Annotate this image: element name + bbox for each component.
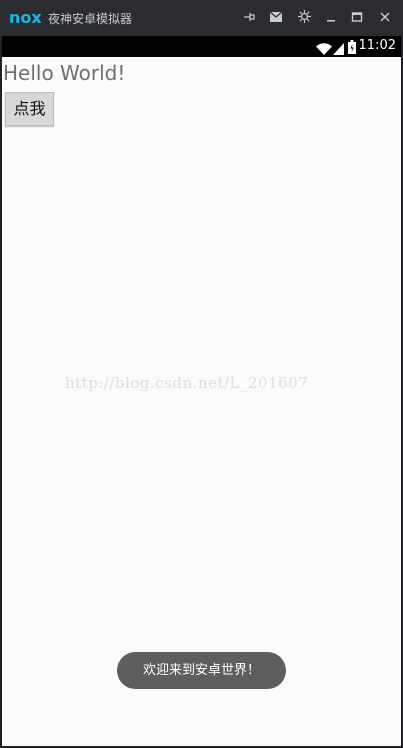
minimize-icon[interactable] (322, 8, 340, 26)
window-title: 夜神安卓模拟器 (48, 12, 133, 26)
click-me-button[interactable]: 点我 (5, 92, 54, 126)
watermark-text: http://blog.csdn.net/L_201607 (65, 374, 309, 392)
status-time: 11:02 (358, 38, 396, 53)
close-icon[interactable] (376, 8, 394, 26)
toast-message: 欢迎来到安卓世界！ (117, 652, 286, 689)
android-status-bar: 11:02 (2, 36, 401, 57)
hello-text: Hello World! (3, 61, 126, 85)
pin-icon[interactable] (240, 8, 258, 26)
message-icon[interactable] (267, 8, 285, 26)
emulator-title-bar: nox 夜神安卓模拟器 (0, 0, 403, 36)
nox-logo: nox (9, 8, 42, 27)
battery-icon (348, 39, 356, 58)
app-screen: Hello World! 点我 http://blog.csdn.net/L_2… (2, 57, 401, 746)
maximize-icon[interactable] (348, 8, 366, 26)
gear-icon[interactable] (295, 8, 313, 26)
